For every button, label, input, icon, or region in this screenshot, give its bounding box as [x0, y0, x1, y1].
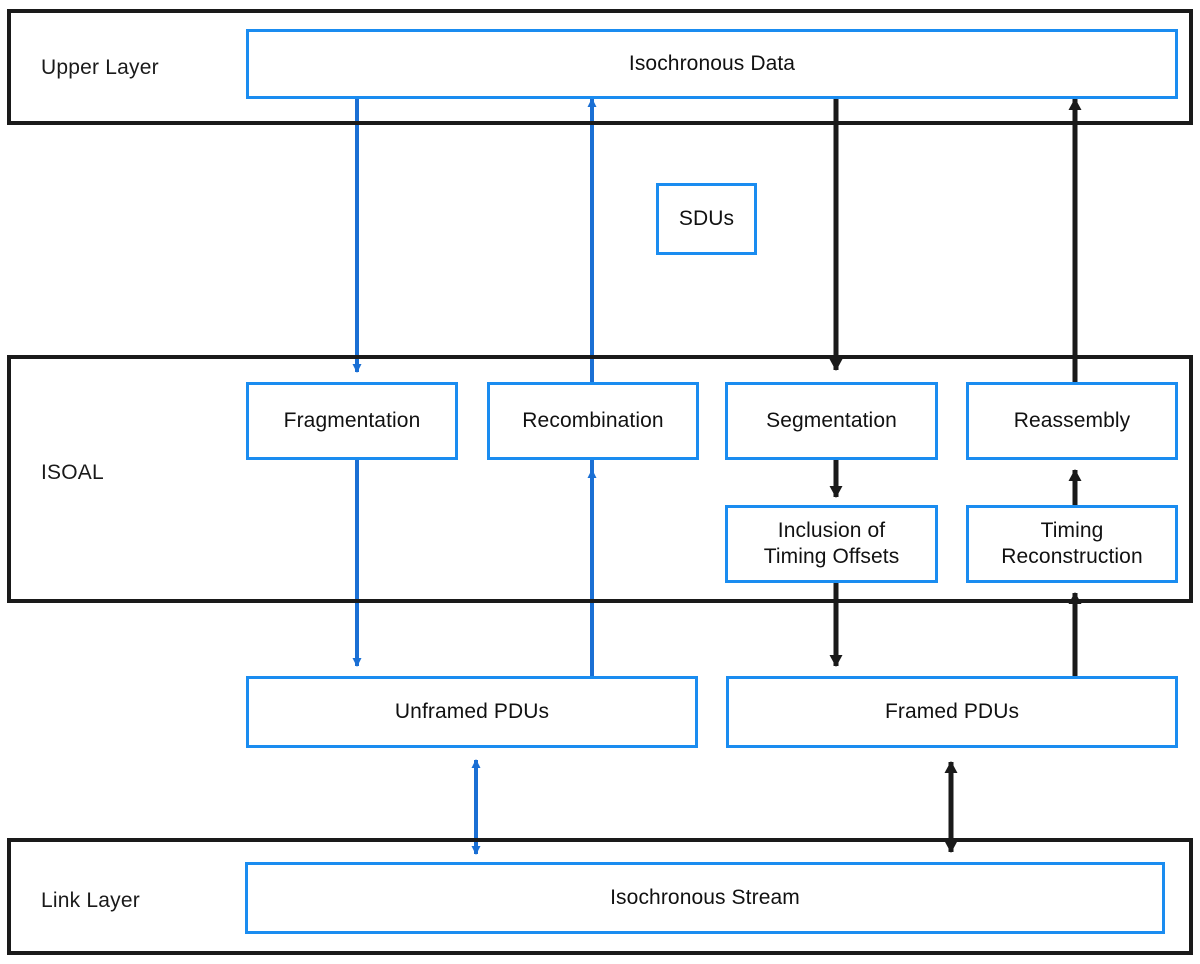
box-timing-reconstruction-line1: Timing	[1040, 519, 1104, 543]
box-unframed-pdus[interactable]: Unframed PDUs	[246, 676, 698, 748]
box-inclusion-of-timing-offsets-line1: Inclusion of	[777, 519, 886, 543]
box-inclusion-of-timing-offsets-line2: Timing Offsets	[763, 545, 900, 568]
layer-label-link-layer: Link Layer	[41, 889, 140, 912]
box-isochronous-stream[interactable]: Isochronous Stream	[245, 862, 1165, 934]
box-fragmentation[interactable]: Fragmentation	[246, 382, 458, 460]
box-isochronous-data[interactable]: Isochronous Data	[246, 29, 1178, 99]
box-sdus[interactable]: SDUs	[656, 183, 757, 255]
box-framed-pdus[interactable]: Framed PDUs	[726, 676, 1178, 748]
layer-label-upper-layer: Upper Layer	[41, 56, 159, 79]
box-timing-reconstruction-line2: Reconstruction	[1001, 545, 1143, 568]
box-reassembly[interactable]: Reassembly	[966, 382, 1178, 460]
layer-label-isoal: ISOAL	[41, 461, 104, 484]
box-inclusion-of-timing-offsets[interactable]: Inclusion of Timing Offsets	[725, 505, 938, 583]
diagram-canvas: Upper Layer Isochronous Data SDUs ISOAL …	[0, 0, 1200, 964]
box-timing-reconstruction[interactable]: Timing Reconstruction	[966, 505, 1178, 583]
box-segmentation[interactable]: Segmentation	[725, 382, 938, 460]
box-recombination[interactable]: Recombination	[487, 382, 699, 460]
